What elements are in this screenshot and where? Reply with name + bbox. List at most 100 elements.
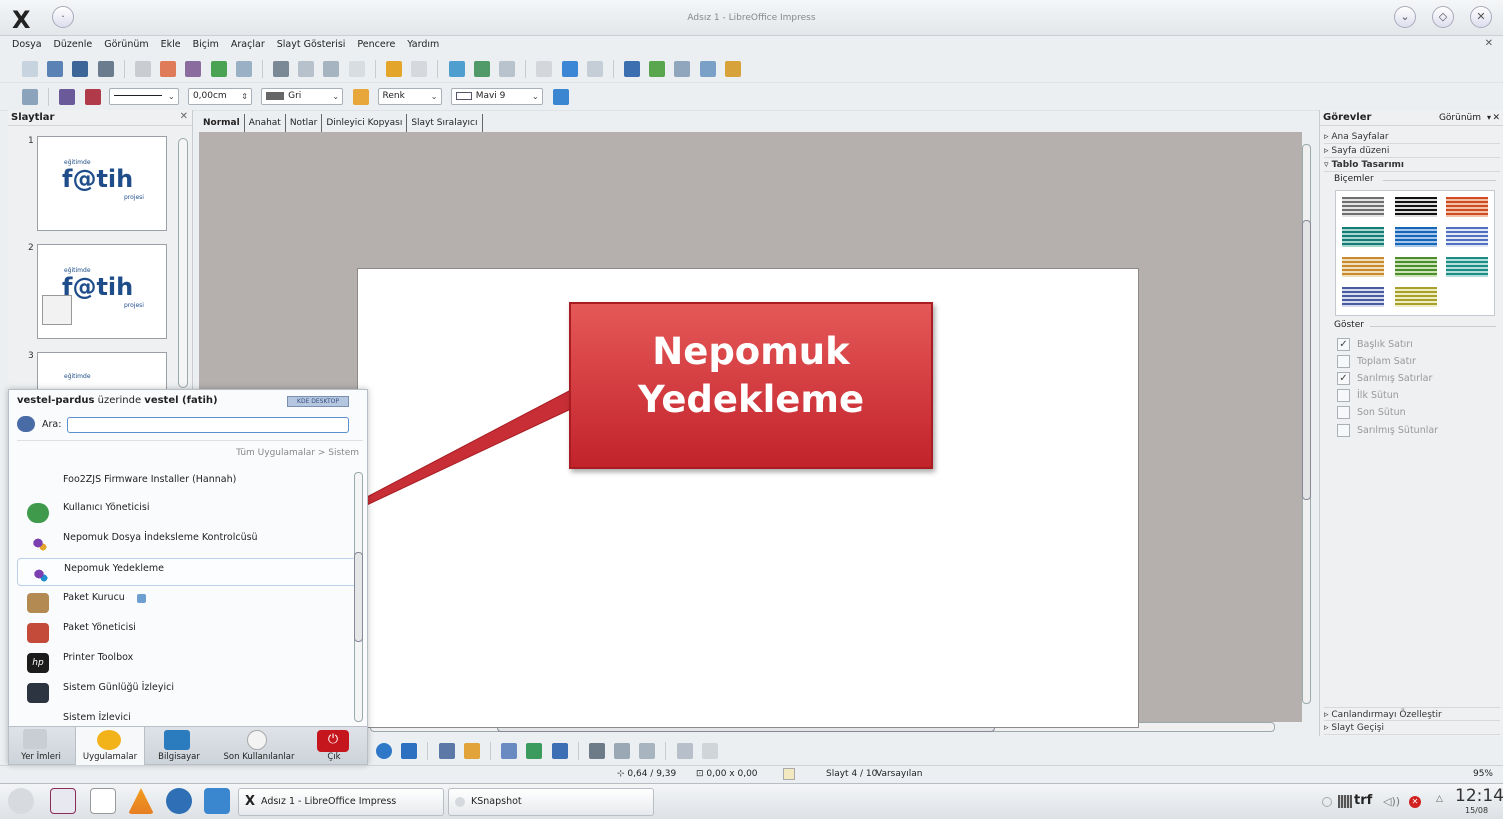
table-style-6[interactable] — [1446, 227, 1488, 247]
nepomuk-icon — [27, 533, 49, 553]
table-style-9[interactable] — [1446, 257, 1488, 277]
launcher-user-line: vestel-pardus üzerinde vestel (fatih) — [17, 395, 218, 406]
fontwork-icon[interactable] — [501, 743, 518, 759]
table-style-4[interactable] — [1342, 227, 1384, 247]
search-icon — [17, 416, 35, 432]
breadcrumb[interactable]: Tüm Uygulamalar > Sistem — [236, 448, 359, 458]
callouts-icon[interactable] — [376, 743, 392, 759]
table-style-3[interactable] — [1446, 197, 1488, 217]
interaction-icon[interactable] — [701, 743, 718, 759]
option-first-column: İlk Sütun — [1357, 390, 1399, 401]
arrange-icon[interactable] — [639, 743, 656, 759]
size-readout: ⊡ 0,00 x 0,00 — [696, 769, 758, 779]
deb-package-icon — [27, 593, 49, 613]
document-icon[interactable] — [90, 788, 116, 814]
zoom-level[interactable]: 95% — [1473, 766, 1493, 783]
from-file-icon[interactable] — [526, 743, 543, 759]
search-input[interactable] — [67, 417, 349, 433]
gallery-icon[interactable] — [551, 743, 568, 759]
keyboard-layout[interactable]: trf — [1354, 793, 1372, 808]
extrusion-icon[interactable] — [676, 743, 693, 759]
view-menu-arrow-icon[interactable]: ▾ — [1487, 110, 1491, 126]
tab-recently-used[interactable]: Son Kullanılanlar — [213, 752, 305, 762]
hp-icon: hp — [27, 653, 49, 673]
pisi-icon[interactable] — [50, 788, 76, 814]
app-nepomuk-indexer[interactable]: Nepomuk Dosya İndeksleme Kontrolcüsü — [17, 528, 357, 556]
slide-indicator: Slayt 4 / 10 — [826, 769, 878, 779]
checkbox-last-column[interactable] — [1337, 406, 1350, 419]
checkbox-banded-rows[interactable]: ✓ — [1337, 372, 1350, 385]
package-manager-icon — [27, 623, 49, 643]
kde-taskbar: X Adsız 1 - LibreOffice Impress KSnapshot… — [0, 783, 1503, 819]
users-icon — [27, 503, 49, 523]
tab-computer[interactable]: Bilgisayar — [149, 752, 209, 762]
section-custom-animation[interactable]: ▹ Canlandırmayı Özelleştir — [1324, 707, 1500, 721]
launcher-scroll-thumb[interactable] — [354, 552, 363, 642]
app-foo2zjs[interactable]: Foo2ZJS Firmware Installer (Hannah) — [17, 468, 357, 496]
checkbox-first-column[interactable] — [1337, 389, 1350, 402]
kde-application-launcher: vestel-pardus üzerinde vestel (fatih) KD… — [8, 389, 368, 765]
styles-label: Biçemler — [1334, 174, 1374, 184]
position-readout: ⊹ 0,64 / 9,39 — [617, 769, 677, 779]
tasks-panel: Görevler Görünüm ▾ ✕ ▹ Ana Sayfalar ▹ Sa… — [1319, 110, 1503, 736]
keyboard-icon[interactable] — [1338, 795, 1352, 808]
section-layouts[interactable]: ▹ Sayfa düzeni — [1324, 144, 1500, 158]
table-style-11[interactable] — [1395, 287, 1437, 307]
checkbox-total-row[interactable] — [1337, 355, 1350, 368]
task-libreoffice[interactable]: X Adsız 1 - LibreOffice Impress — [238, 788, 444, 816]
section-table-design[interactable]: ▿ Tablo Tasarımı — [1324, 158, 1500, 172]
app-user-manager[interactable]: Kullanıcı Yöneticisi — [17, 498, 357, 526]
show-label: Göster — [1334, 320, 1364, 330]
network-error-icon[interactable]: ✕ — [1409, 796, 1421, 808]
network-icon[interactable] — [204, 788, 230, 814]
monitor-badge-icon — [137, 594, 146, 603]
kde-badge: KDE DESKTOP — [287, 396, 349, 407]
clock-time[interactable]: 12:14 — [1455, 786, 1503, 806]
table-styles-gallery — [1335, 190, 1495, 316]
log-viewer-icon — [27, 683, 49, 703]
stars-icon[interactable] — [401, 743, 418, 759]
rotate-icon[interactable] — [588, 743, 605, 759]
computer-icon — [164, 730, 190, 750]
vlc-icon[interactable] — [128, 788, 154, 814]
table-style-2[interactable] — [1395, 197, 1437, 217]
tasks-view-menu[interactable]: Görünüm — [1439, 110, 1481, 126]
points-icon[interactable] — [438, 743, 455, 759]
checkbox-header-row[interactable]: ✓ — [1337, 338, 1350, 351]
task-ksnapshot[interactable]: KSnapshot — [448, 788, 654, 816]
tab-leave[interactable]: Çık — [309, 752, 359, 762]
tasks-panel-header: Görevler Görünüm ▾ ✕ — [1320, 110, 1503, 126]
volume-icon[interactable]: ◁)) — [1383, 795, 1400, 808]
kde-menu-icon[interactable] — [8, 788, 34, 814]
tab-applications[interactable]: Uygulamalar — [75, 752, 145, 762]
app-nepomuk-backup[interactable]: Nepomuk Yedekleme — [17, 558, 357, 586]
app-printer-toolbox[interactable]: hp Printer Toolbox — [17, 648, 357, 676]
align-icon[interactable] — [614, 743, 631, 759]
document-modified-icon[interactable] — [783, 768, 795, 780]
table-style-7[interactable] — [1342, 257, 1384, 277]
table-style-1[interactable] — [1342, 197, 1384, 217]
applications-icon — [97, 730, 121, 750]
browser-icon[interactable] — [166, 788, 192, 814]
info-icon[interactable] — [1322, 797, 1332, 807]
recent-icon — [247, 730, 267, 750]
section-slide-transition[interactable]: ▹ Slayt Geçişi — [1324, 721, 1500, 735]
app-package-installer[interactable]: Paket Kurucu — [17, 588, 357, 616]
tab-bookmarks[interactable]: Yer İmleri — [11, 752, 71, 762]
power-icon: ⏻ — [317, 730, 349, 752]
app-system-monitor[interactable]: Sistem İzlevici — [17, 708, 357, 726]
table-style-5[interactable] — [1395, 227, 1437, 247]
app-system-log-viewer[interactable]: Sistem Günlüğü İzleyici — [17, 678, 357, 706]
drawing-toolbar — [370, 737, 1320, 765]
option-total-row: Toplam Satır — [1357, 356, 1416, 367]
app-package-manager[interactable]: Paket Yöneticisi — [17, 618, 357, 646]
section-master-pages[interactable]: ▹ Ana Sayfalar — [1324, 130, 1500, 144]
option-header-row: Başlık Satırı — [1357, 339, 1413, 350]
glue-icon[interactable] — [463, 743, 480, 759]
tasks-close-icon[interactable]: ✕ — [1492, 110, 1500, 126]
table-style-8[interactable] — [1395, 257, 1437, 277]
checkbox-banded-columns[interactable] — [1337, 424, 1350, 437]
bookmarks-icon — [23, 729, 47, 749]
tray-expand-icon[interactable]: △ — [1436, 794, 1443, 804]
table-style-10[interactable] — [1342, 287, 1384, 307]
